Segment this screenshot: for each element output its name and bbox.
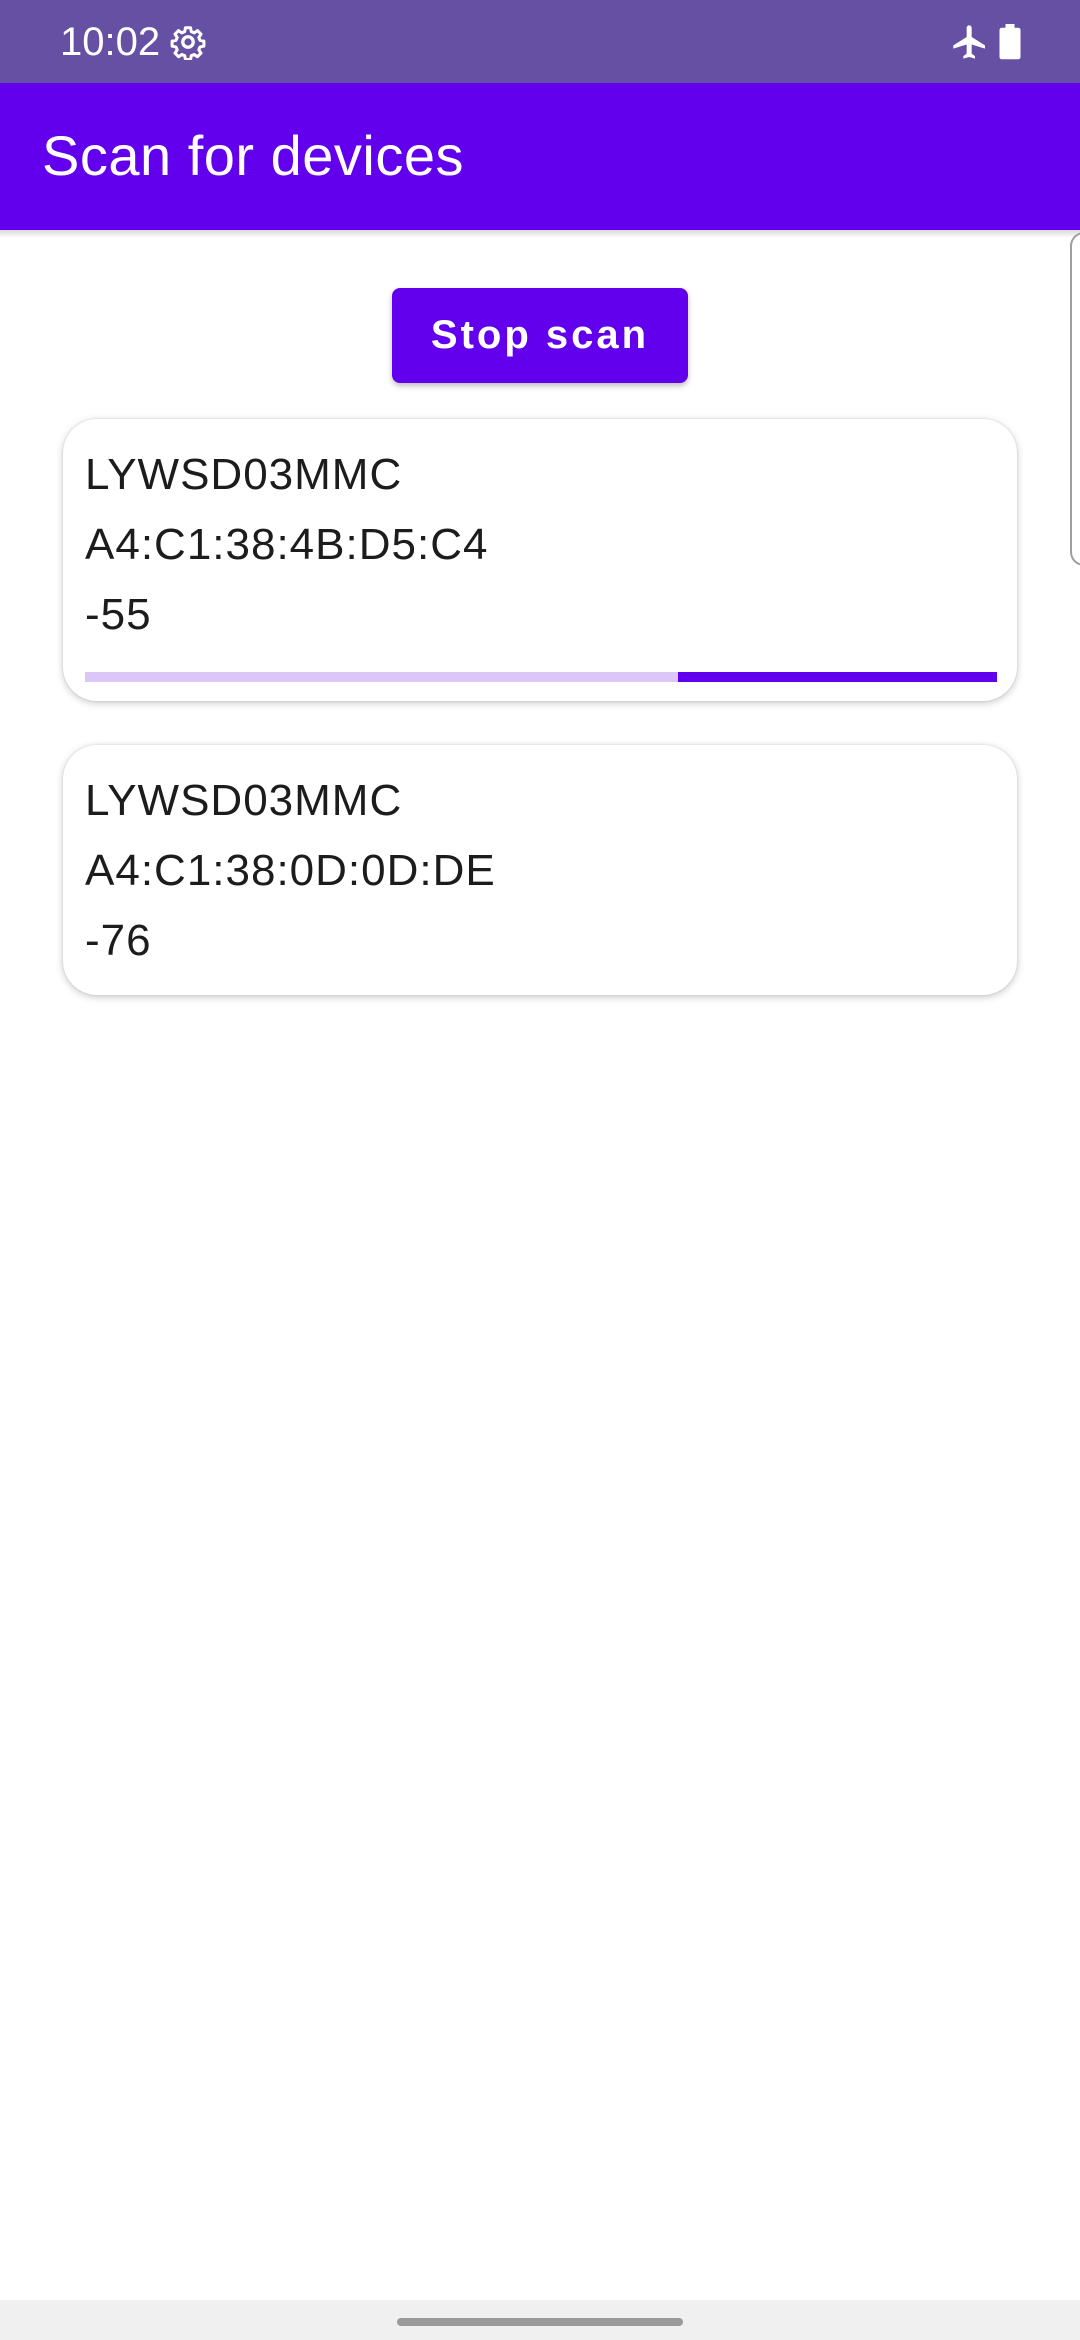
home-gesture-handle[interactable]	[397, 2318, 683, 2326]
screen: 10:02 Scan for devices Stop scan LYWSD03…	[0, 0, 1080, 2340]
device-card[interactable]: LYWSD03MMC A4:C1:38:4B:D5:C4 -55	[63, 419, 1017, 701]
battery-icon	[999, 24, 1021, 60]
device-mac-address: A4:C1:38:4B:D5:C4	[85, 520, 489, 569]
device-rssi: -55	[85, 590, 152, 639]
status-bar: 10:02	[0, 0, 1080, 83]
stop-scan-button[interactable]: Stop scan	[392, 288, 688, 383]
status-time: 10:02	[60, 20, 161, 64]
device-rssi: -76	[85, 916, 152, 965]
gear-icon	[170, 26, 206, 60]
connection-progress-indicator	[677, 672, 997, 682]
device-mac-address: A4:C1:38:0D:0D:DE	[85, 846, 496, 895]
app-bar: Scan for devices	[0, 83, 1080, 230]
device-card[interactable]: LYWSD03MMC A4:C1:38:0D:0D:DE -76	[63, 745, 1017, 995]
app-bar-shadow	[0, 230, 1080, 238]
connection-progress-bar	[85, 672, 997, 682]
page-title: Scan for devices	[42, 124, 464, 187]
airplane-icon	[953, 25, 985, 59]
device-name: LYWSD03MMC	[85, 450, 403, 499]
device-name: LYWSD03MMC	[85, 776, 403, 825]
edge-panel-handle[interactable]	[1070, 232, 1080, 566]
navigation-bar	[0, 2300, 1080, 2340]
